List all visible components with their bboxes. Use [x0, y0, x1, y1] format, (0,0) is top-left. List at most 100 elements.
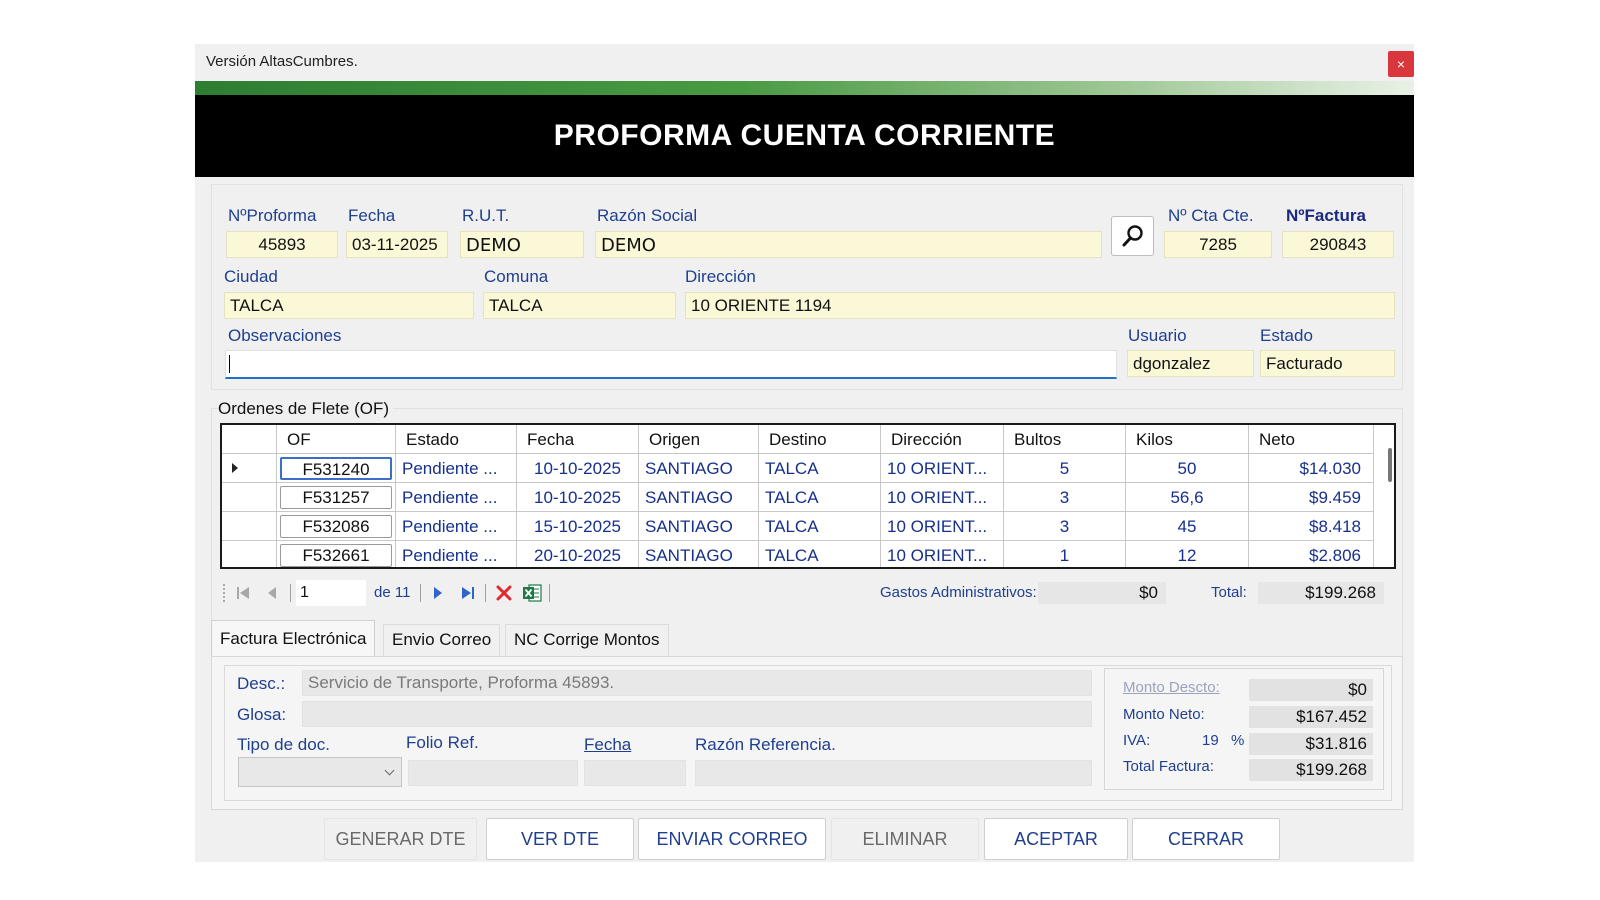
table-row[interactable]: F532086 Pendiente ... 15-10-2025 SANTIAG… [222, 512, 1394, 541]
cerrar-button[interactable]: CERRAR [1132, 818, 1280, 860]
col-header-bultos[interactable]: Bultos [1004, 425, 1126, 454]
cell-neto: $14.030 [1249, 454, 1374, 483]
cell-estado: Pendiente ... [396, 512, 517, 541]
folio-ref-label: Folio Ref. [406, 733, 479, 752]
folio-ref-field[interactable] [408, 760, 578, 786]
of-number[interactable]: F532086 [280, 515, 392, 538]
toolbar-separator [549, 584, 550, 602]
current-row-icon [232, 463, 238, 473]
table-row[interactable]: F531257 Pendiente ... 10-10-2025 SANTIAG… [222, 483, 1394, 512]
monto-descto-value: $0 [1249, 679, 1373, 701]
toolbar-separator [485, 584, 486, 602]
col-header-kilos[interactable]: Kilos [1126, 425, 1249, 454]
comuna-field[interactable]: TALCA [483, 292, 676, 319]
cell-fecha: 10-10-2025 [517, 454, 639, 483]
estado-label: Estado [1260, 326, 1313, 345]
page-position-input[interactable]: 1 [296, 580, 366, 606]
rut-field[interactable]: DEMO [460, 231, 584, 258]
ciudad-field[interactable]: TALCA [224, 292, 474, 319]
chevron-down-icon [384, 765, 395, 776]
of-number[interactable]: F532661 [280, 544, 392, 567]
cell-of[interactable]: F531257 [277, 483, 396, 512]
desc-field[interactable]: Servicio de Transporte, Proforma 45893. [302, 670, 1092, 696]
delete-icon[interactable] [495, 584, 513, 602]
col-header-origen[interactable]: Origen [639, 425, 759, 454]
of-number[interactable]: F531257 [280, 486, 392, 509]
table-row[interactable]: F531240 Pendiente ... 10-10-2025 SANTIAG… [222, 454, 1394, 483]
ver-dte-button[interactable]: VER DTE [486, 818, 634, 860]
eliminar-button[interactable]: ELIMINAR [831, 818, 979, 860]
move-last-icon[interactable] [460, 585, 476, 601]
excel-export-icon[interactable] [522, 583, 542, 603]
fecha-ref-field[interactable] [584, 760, 686, 786]
estado-field[interactable]: Facturado [1260, 350, 1395, 377]
cell-of[interactable]: F531240 [277, 454, 396, 483]
cell-fecha: 20-10-2025 [517, 541, 639, 567]
fecha-field[interactable]: 03-11-2025 [346, 231, 448, 258]
move-next-icon[interactable] [430, 585, 446, 601]
tipo-doc-label: Tipo de doc. [237, 735, 330, 754]
observaciones-input[interactable] [225, 350, 1117, 379]
tab-factura-electronica[interactable]: Factura Electrónica [211, 620, 376, 656]
ciudad-label: Ciudad [224, 267, 278, 286]
factura-label: NºFactura [1286, 206, 1366, 225]
col-header-neto[interactable]: Neto [1249, 425, 1374, 454]
search-cliente-button[interactable] [1111, 216, 1154, 256]
col-header-of[interactable]: OF [277, 425, 396, 454]
razon-referencia-label: Razón Referencia. [695, 735, 836, 754]
row-selector[interactable] [222, 454, 277, 483]
of-number[interactable]: F531240 [280, 457, 392, 480]
tab-envio-correo[interactable]: Envio Correo [383, 624, 501, 656]
cell-direccion: 10 ORIENT... [881, 541, 1004, 567]
cell-origen: SANTIAGO [639, 483, 759, 512]
tipo-doc-select[interactable] [238, 757, 402, 787]
razon-social-field[interactable]: DEMO [595, 231, 1102, 258]
cta-cte-field[interactable]: 7285 [1164, 231, 1272, 258]
cell-destino: TALCA [759, 483, 881, 512]
cell-bultos: 3 [1004, 483, 1126, 512]
cell-origen: SANTIAGO [639, 541, 759, 567]
aceptar-button[interactable]: ACEPTAR [984, 818, 1128, 860]
desc-label: Desc.: [237, 674, 286, 693]
iva-percent-sign: % [1231, 732, 1245, 749]
iva-label: IVA: [1123, 732, 1151, 749]
row-selector[interactable] [222, 512, 277, 541]
direccion-field[interactable]: 10 ORIENTE 1194 [685, 292, 1395, 319]
col-header-estado[interactable]: Estado [396, 425, 517, 454]
tab-nc-corrige-montos[interactable]: NC Corrige Montos [505, 624, 669, 656]
title-bar: Versión AltasCumbres. × [195, 44, 1414, 81]
cell-of[interactable]: F532086 [277, 512, 396, 541]
row-selector[interactable] [222, 541, 277, 567]
cell-direccion: 10 ORIENT... [881, 512, 1004, 541]
factura-field[interactable]: 290843 [1282, 231, 1394, 258]
col-header-destino[interactable]: Destino [759, 425, 881, 454]
usuario-field[interactable]: dgonzalez [1127, 350, 1254, 377]
row-selector[interactable] [222, 483, 277, 512]
total-label: Total: [1211, 584, 1247, 601]
nproforma-field[interactable]: 45893 [226, 231, 338, 258]
search-icon [1122, 225, 1143, 247]
rut-label: R.U.T. [462, 206, 510, 225]
generar-dte-button[interactable]: GENERAR DTE [324, 818, 477, 860]
total-factura-label: Total Factura: [1123, 758, 1214, 775]
total-value: $199.268 [1258, 582, 1384, 604]
col-header-direccion[interactable]: Dirección [881, 425, 1004, 454]
grid-scrollbar[interactable] [1388, 448, 1392, 482]
cell-estado: Pendiente ... [396, 454, 517, 483]
move-previous-icon[interactable] [264, 585, 280, 601]
table-row[interactable]: F532661 Pendiente ... 20-10-2025 SANTIAG… [222, 541, 1394, 567]
move-first-icon[interactable] [235, 585, 251, 601]
fecha-ref-label[interactable]: Fecha [584, 735, 631, 755]
glosa-field[interactable] [302, 701, 1092, 727]
close-button[interactable]: × [1388, 51, 1414, 77]
ordenes-grid[interactable]: OF Estado Fecha Origen Destino Dirección… [220, 423, 1396, 569]
razon-referencia-field[interactable] [695, 760, 1092, 786]
text-caret [229, 355, 230, 373]
row-header-corner [222, 425, 277, 454]
col-header-fecha[interactable]: Fecha [517, 425, 639, 454]
enviar-correo-button[interactable]: ENVIAR CORREO [638, 818, 826, 860]
cell-estado: Pendiente ... [396, 483, 517, 512]
cell-neto: $2.806 [1249, 541, 1374, 567]
cell-of[interactable]: F532661 [277, 541, 396, 567]
razon-social-label: Razón Social [597, 206, 698, 225]
